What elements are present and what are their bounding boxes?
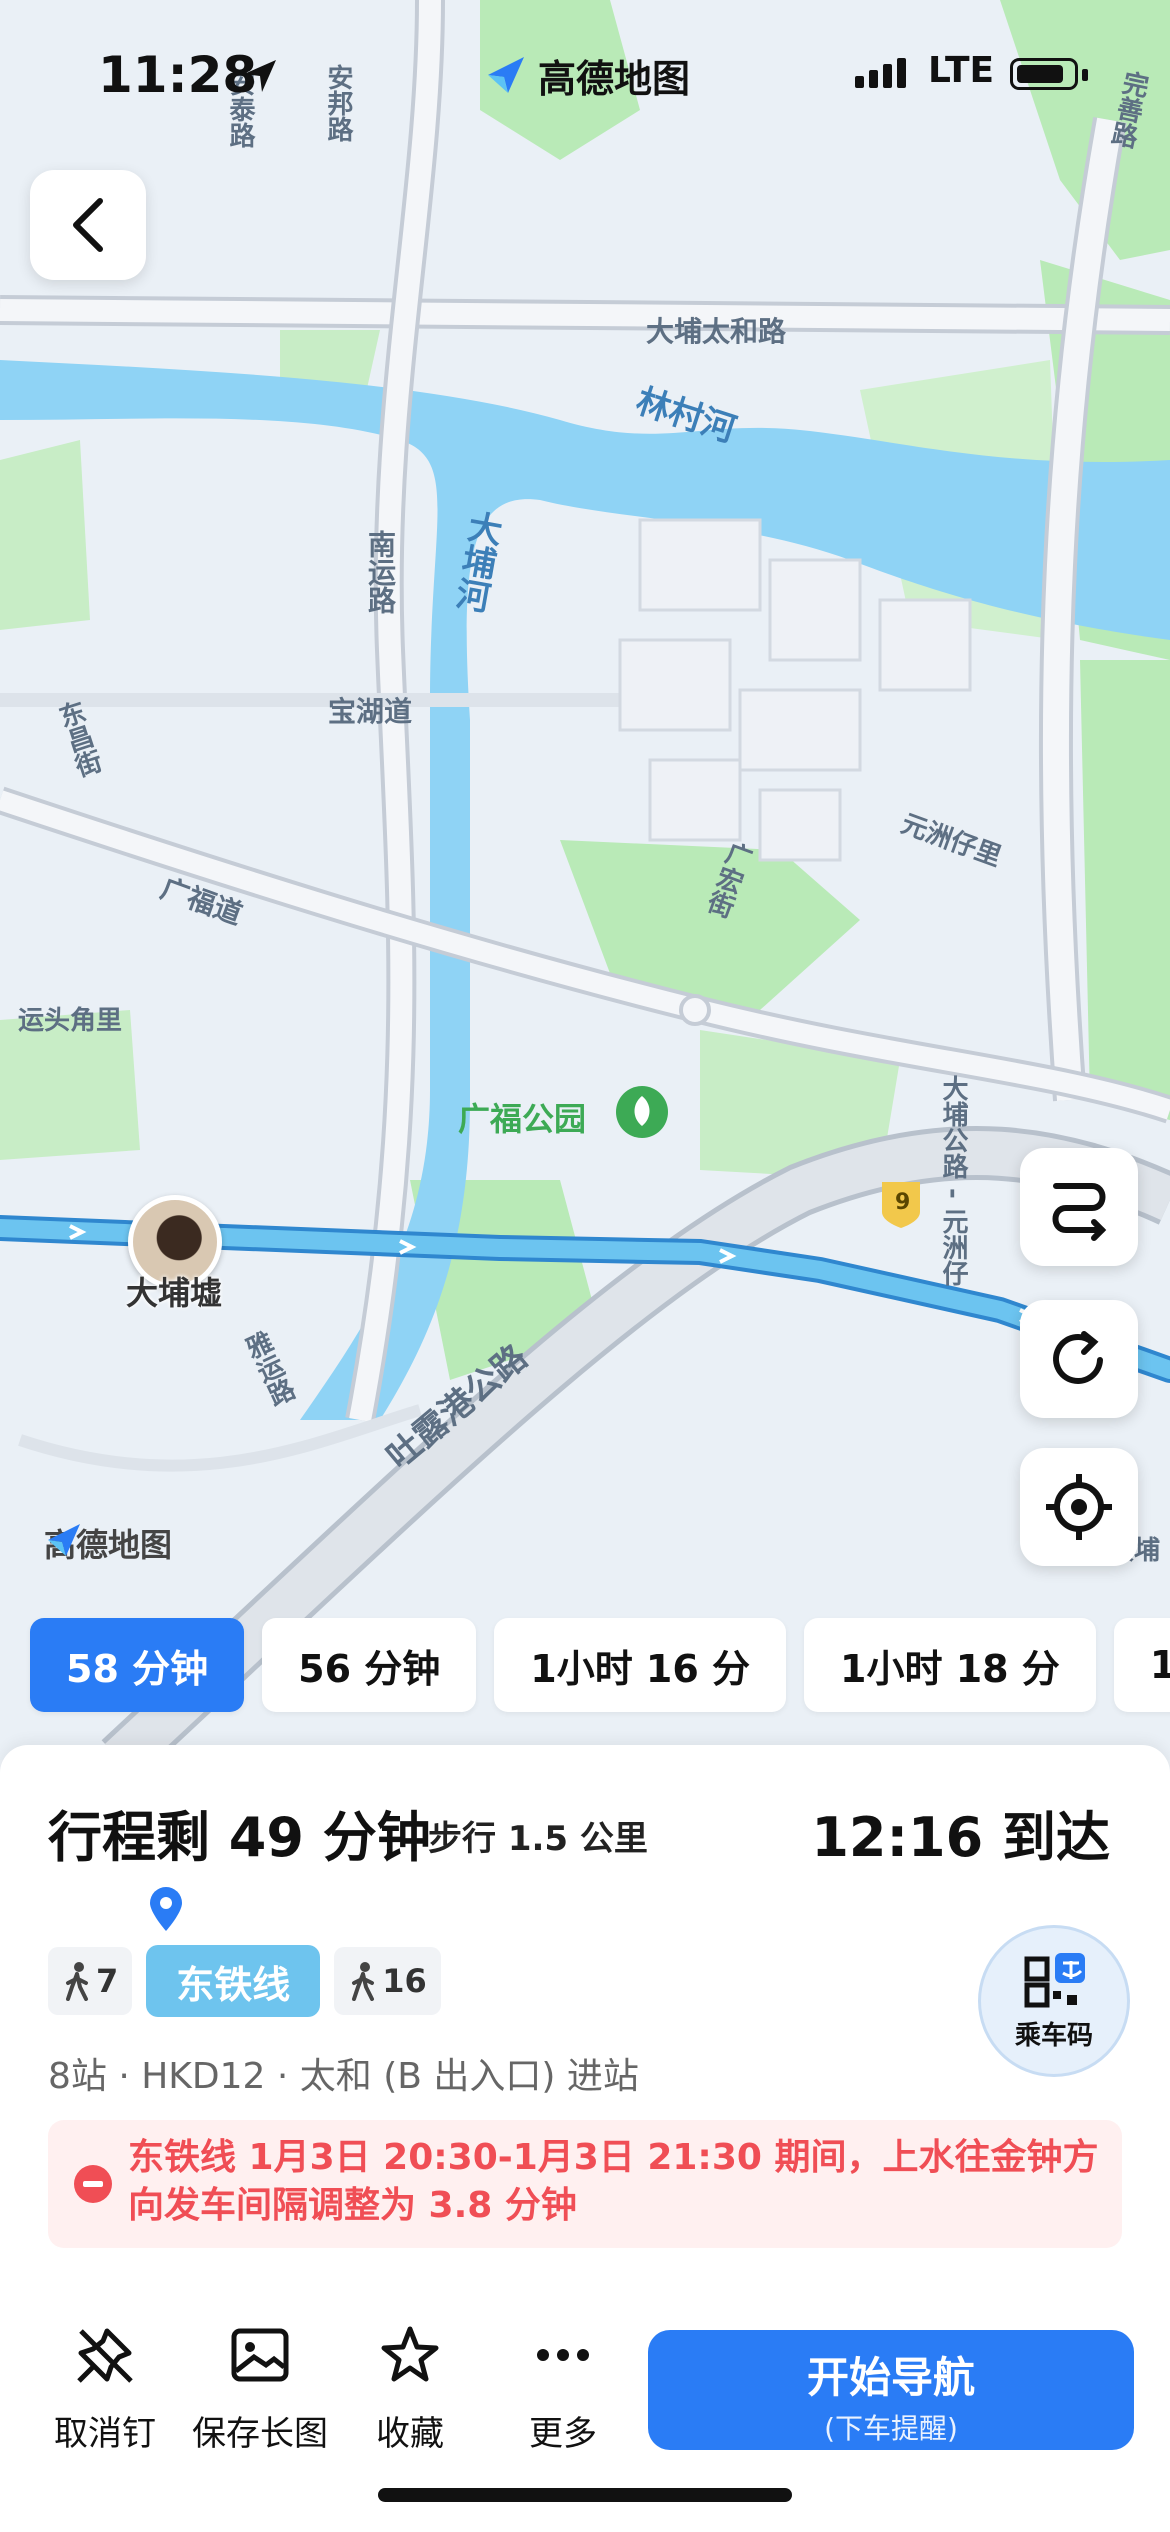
walk-minutes: 16 (382, 1962, 427, 2000)
status-time: 11:28 (98, 46, 258, 104)
crosshair-icon (1046, 1474, 1112, 1540)
status-bar: 11:28 高德地图 LTE (0, 40, 1170, 120)
no-entry-icon (74, 2165, 112, 2203)
route-option[interactable]: 1 (1113, 1618, 1170, 1712)
route-option[interactable]: 56 分钟 (262, 1618, 477, 1712)
battery-icon (1010, 58, 1078, 90)
route-steps[interactable]: 7 东铁线 16 (48, 1945, 441, 2017)
save-image-button[interactable]: 保存长图 (185, 2310, 335, 2455)
unpin-button[interactable]: 取消钉 (30, 2310, 180, 2455)
road-label: 南运路 (364, 530, 397, 614)
amap-logo-icon (48, 1524, 80, 1556)
ride-code-button[interactable]: 乘车码 (978, 1925, 1130, 2077)
route-option[interactable]: 58 分钟 (30, 1618, 245, 1712)
route-options: 58 分钟 56 分钟 1小时 16 分 1小时 18 分 1 (30, 1618, 1170, 1712)
road-label: 运头角里 (18, 1006, 123, 1036)
route-shield-number: 9 (895, 1190, 911, 1215)
back-button[interactable] (30, 170, 146, 280)
arrival-time: 12:16 到达 (811, 1806, 1110, 1869)
station-info: 8站 · HKD12 · 太和 (B 出入口) 进站 (48, 2056, 639, 2097)
walk-minutes: 7 (96, 1962, 119, 2000)
alight-reminder-label: (下车提醒) (824, 2412, 958, 2445)
route-switch-button[interactable] (1020, 1148, 1138, 1266)
transit-line: 东铁线 (146, 1945, 321, 2017)
bottom-toolbar: 取消钉 保存长图 收藏 更多 开始导航 (下车提醒) (0, 2310, 1170, 2480)
more-dots-icon (537, 2349, 589, 2361)
route-option[interactable]: 1小时 16 分 (494, 1618, 787, 1712)
battery-tip (1082, 69, 1088, 81)
unpin-icon (77, 2328, 133, 2383)
qr-code-icon (1024, 1952, 1085, 2007)
refresh-icon (1053, 1331, 1103, 1384)
road-label: 宝湖道 (328, 695, 413, 728)
start-navigation-button[interactable]: 开始导航 (下车提醒) (648, 2330, 1134, 2450)
route-switch-icon (1052, 1183, 1107, 1241)
road-label: 大埔公路 - 元洲仔 (938, 1075, 968, 1286)
alert-text: 东铁线 1月3日 20:30-1月3日 21:30 期间，上水往金钟方向发车间隔… (128, 2137, 1099, 2226)
more-button[interactable]: 更多 (488, 2310, 638, 2455)
refresh-button[interactable] (1020, 1300, 1138, 1418)
route-option[interactable]: 1小时 18 分 (804, 1618, 1096, 1712)
location-arrow-icon (244, 60, 276, 92)
network-type: LTE (928, 50, 995, 91)
map-pin-icon (150, 1887, 182, 1931)
favorite-button[interactable]: 收藏 (335, 2310, 485, 2455)
walking-icon (352, 1962, 375, 2001)
park-label: 广福公园 (458, 1100, 587, 1138)
map-watermark: 高德地图 (44, 1520, 172, 1566)
locate-button[interactable] (1020, 1448, 1138, 1566)
service-alert[interactable]: 东铁线 1月3日 20:30-1月3日 21:30 期间，上水往金钟方向发车间隔… (48, 2120, 1122, 2248)
trip-sheet: 行程剩 49 分钟 步行 1.5 公里 12:16 到达 7 东铁线 16 乘车… (0, 1745, 1170, 2532)
walk-distance: 步行 1.5 公里 (428, 1819, 648, 1859)
save-image-label: 保存长图 (192, 2414, 328, 2454)
signal-icon (855, 58, 906, 88)
road-label: 大埔太和路 (646, 315, 787, 348)
image-icon (231, 2328, 289, 2382)
amap-logo-icon (487, 57, 524, 93)
ride-code-label: 乘车码 (1014, 2020, 1093, 2051)
brand-header: 高德地图 (472, 40, 702, 110)
favorite-label: 收藏 (376, 2414, 444, 2454)
map-view[interactable]: 安泰路 安邦路 完善路 大埔太和路 南运路 宝湖道 东昌街 广福道 运头角里 元… (0, 0, 1170, 1760)
home-indicator[interactable] (378, 2488, 792, 2502)
unpin-label: 取消钉 (54, 2414, 156, 2454)
trip-remaining: 行程剩 49 分钟 (48, 1806, 431, 1869)
more-label: 更多 (529, 2414, 597, 2454)
brand-name: 高德地图 (537, 56, 690, 101)
start-navigation-label: 开始导航 (806, 2353, 975, 2402)
chevron-left-icon (73, 198, 103, 252)
walk-step: 7 (48, 1947, 133, 2015)
walking-icon (66, 1962, 88, 2001)
walk-step: 16 (334, 1947, 441, 2015)
origin-label: 大埔墟 (126, 1274, 223, 1312)
star-icon (381, 2326, 439, 2382)
